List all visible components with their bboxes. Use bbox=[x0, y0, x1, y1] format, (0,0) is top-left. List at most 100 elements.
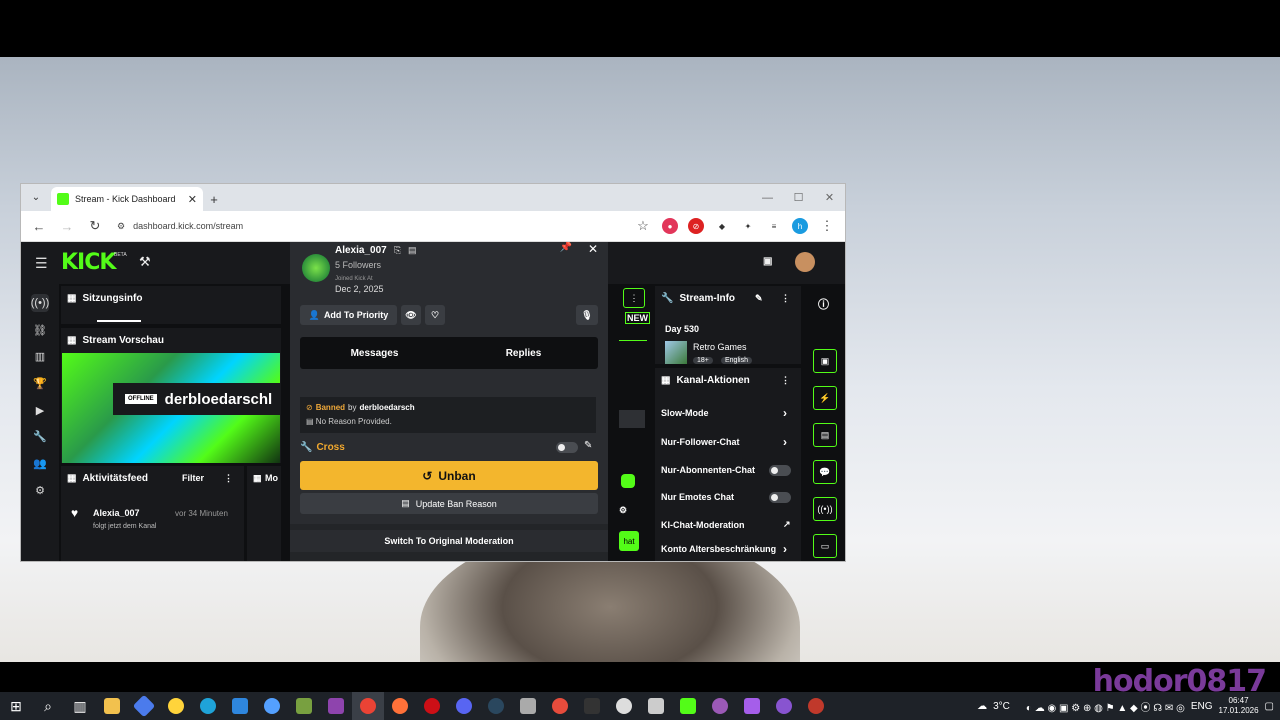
category-name[interactable]: Retro Games bbox=[693, 342, 747, 352]
firefox-icon[interactable] bbox=[384, 692, 416, 720]
weather-temp[interactable]: 3°C bbox=[993, 701, 1010, 712]
edge-icon[interactable] bbox=[192, 692, 224, 720]
emotes-chat-toggle[interactable] bbox=[769, 492, 791, 503]
app-icon[interactable] bbox=[800, 692, 832, 720]
edit-icon[interactable]: ✎ bbox=[584, 440, 592, 451]
app-icon[interactable] bbox=[128, 692, 160, 720]
broadcast-icon[interactable]: ((•)) bbox=[813, 497, 837, 521]
task-view-icon[interactable]: ▥ bbox=[64, 692, 96, 720]
edit-icon[interactable]: ✎ bbox=[755, 293, 763, 304]
tools-rail-icon[interactable]: 🔧 bbox=[31, 427, 49, 445]
filter-button[interactable]: Filter bbox=[182, 473, 204, 483]
weather-icon[interactable]: ☁ bbox=[977, 701, 987, 712]
settings-rail-icon[interactable]: ⚙ bbox=[31, 481, 49, 499]
emote-icon[interactable] bbox=[621, 474, 635, 488]
app-icon[interactable] bbox=[512, 692, 544, 720]
chat-more-icon[interactable]: ⋮ bbox=[623, 288, 645, 308]
app-icon[interactable] bbox=[320, 692, 352, 720]
profile-avatar-icon[interactable]: h bbox=[792, 218, 808, 234]
ai-moderation-label[interactable]: KI-Chat-Moderation bbox=[661, 520, 745, 530]
notes-icon[interactable]: ▤ bbox=[813, 423, 837, 447]
address-bar[interactable]: ⚙ dashboard.kick.com/stream bbox=[111, 214, 627, 238]
minimize-button[interactable]: — bbox=[752, 184, 783, 211]
chat-bubble-icon[interactable]: 💬 bbox=[813, 460, 837, 484]
start-button[interactable]: ⊞ bbox=[0, 692, 32, 720]
back-button[interactable]: ← bbox=[27, 214, 51, 238]
card-username[interactable]: Alexia_007 bbox=[335, 245, 387, 256]
follower-chat-label[interactable]: Nur-Follower-Chat bbox=[661, 437, 740, 447]
explorer-icon[interactable] bbox=[96, 692, 128, 720]
epic-icon[interactable] bbox=[576, 692, 608, 720]
maximize-button[interactable]: ☐ bbox=[783, 184, 814, 211]
chevron-right-icon[interactable]: › bbox=[783, 435, 787, 449]
link-rail-icon[interactable]: ⛓ bbox=[31, 321, 49, 339]
stream-info-more-icon[interactable]: ⋮ bbox=[781, 293, 790, 304]
video-rail-icon[interactable]: ▶ bbox=[31, 401, 49, 419]
pin-icon[interactable]: 📌 bbox=[560, 242, 572, 253]
info-icon[interactable]: ⓘ bbox=[818, 296, 829, 312]
external-link-icon[interactable]: ↗ bbox=[783, 519, 791, 530]
app-icon[interactable] bbox=[256, 692, 288, 720]
opera-icon[interactable] bbox=[416, 692, 448, 720]
app-icon[interactable] bbox=[768, 692, 800, 720]
feed-username[interactable]: Alexia_007 bbox=[93, 508, 140, 518]
update-ban-reason-button[interactable]: ▤ Update Ban Reason bbox=[300, 493, 598, 514]
card-icon[interactable]: ▤ bbox=[408, 245, 417, 256]
steam-icon[interactable] bbox=[480, 692, 512, 720]
bookmark-star-icon[interactable]: ☆ bbox=[631, 214, 655, 238]
app-icon[interactable] bbox=[640, 692, 672, 720]
subscriber-chat-toggle[interactable] bbox=[769, 465, 791, 476]
extension-2-icon[interactable]: ⊘ bbox=[688, 218, 704, 234]
chat-settings-icon[interactable]: ⚙ bbox=[619, 505, 627, 516]
notifications-icon[interactable]: ▢ bbox=[1265, 701, 1274, 712]
reload-button[interactable]: ↻ bbox=[83, 214, 107, 238]
app-icon[interactable] bbox=[224, 692, 256, 720]
chat-input-partial[interactable] bbox=[619, 410, 645, 428]
tab-search-button[interactable]: ⌄ bbox=[25, 186, 47, 208]
app-icon[interactable] bbox=[160, 692, 192, 720]
language-indicator[interactable]: ENG bbox=[1191, 701, 1213, 712]
follow-button[interactable]: ♡ bbox=[425, 305, 445, 325]
site-info-icon[interactable]: ⚙ bbox=[117, 221, 125, 232]
close-tab-icon[interactable]: ✕ bbox=[188, 193, 197, 206]
chevron-right-icon[interactable]: › bbox=[783, 406, 787, 420]
fullscreen-icon[interactable]: ▣ bbox=[813, 349, 837, 373]
app-icon[interactable] bbox=[544, 692, 576, 720]
stream-thumbnail[interactable]: OFFLINE derbloedarschl bbox=[62, 353, 280, 463]
channel-actions-more-icon[interactable]: ⋮ bbox=[781, 375, 790, 386]
extension-1-icon[interactable]: ● bbox=[662, 218, 678, 234]
user-avatar[interactable] bbox=[795, 252, 815, 272]
cross-toggle[interactable] bbox=[556, 442, 578, 453]
feed-more-icon[interactable]: ⋮ bbox=[224, 473, 233, 484]
chat-send-button[interactable]: hat bbox=[619, 531, 639, 551]
close-window-button[interactable]: ✕ bbox=[814, 184, 845, 211]
unban-button[interactable]: ↺ Unban bbox=[300, 461, 598, 490]
forward-button[interactable]: → bbox=[55, 214, 79, 238]
tab-kick-dashboard[interactable]: Stream - Kick Dashboard ✕ bbox=[51, 187, 203, 211]
search-icon[interactable]: ⌕ bbox=[32, 692, 64, 720]
stream-rail-icon[interactable]: ((•)) bbox=[31, 294, 49, 312]
app-icon[interactable] bbox=[736, 692, 768, 720]
layout-icon[interactable]: ▭ bbox=[813, 534, 837, 558]
banned-moderator[interactable]: derbloedarsch bbox=[360, 403, 415, 412]
app-icon[interactable] bbox=[288, 692, 320, 720]
hamburger-menu-icon[interactable]: ☰ bbox=[35, 255, 48, 272]
clock[interactable]: 06:47 17.01.2026 bbox=[1219, 696, 1259, 716]
mute-button[interactable]: 🎙 bbox=[576, 305, 598, 325]
analytics-rail-icon[interactable]: ▥ bbox=[31, 347, 49, 365]
app-icon[interactable] bbox=[704, 692, 736, 720]
reading-list-icon[interactable]: ≡ bbox=[766, 218, 782, 234]
chrome-icon[interactable] bbox=[352, 692, 384, 720]
extensions-puzzle-icon[interactable]: ✦ bbox=[740, 218, 756, 234]
age-restriction-label[interactable]: Konto Altersbeschränkung bbox=[661, 544, 779, 554]
watch-button[interactable]: 👁 bbox=[401, 305, 421, 325]
switch-moderation-button[interactable]: Switch To Original Moderation bbox=[290, 530, 608, 552]
mod-icon[interactable]: ▣ bbox=[763, 256, 772, 267]
copy-icon[interactable]: ⎘ bbox=[394, 245, 401, 256]
browser-menu-icon[interactable]: ⋮ bbox=[815, 214, 839, 238]
close-icon[interactable]: ✕ bbox=[588, 242, 598, 256]
tray-icons[interactable]: ◐ ☁ ◉ ▣ ⚙ ⊕ ◍ ⚑ ▲ ◆ ⦿ ☊ ✉ ◎ bbox=[1026, 699, 1185, 714]
app-icon[interactable] bbox=[608, 692, 640, 720]
tab-messages[interactable]: Messages bbox=[300, 337, 449, 369]
discord-icon[interactable] bbox=[448, 692, 480, 720]
